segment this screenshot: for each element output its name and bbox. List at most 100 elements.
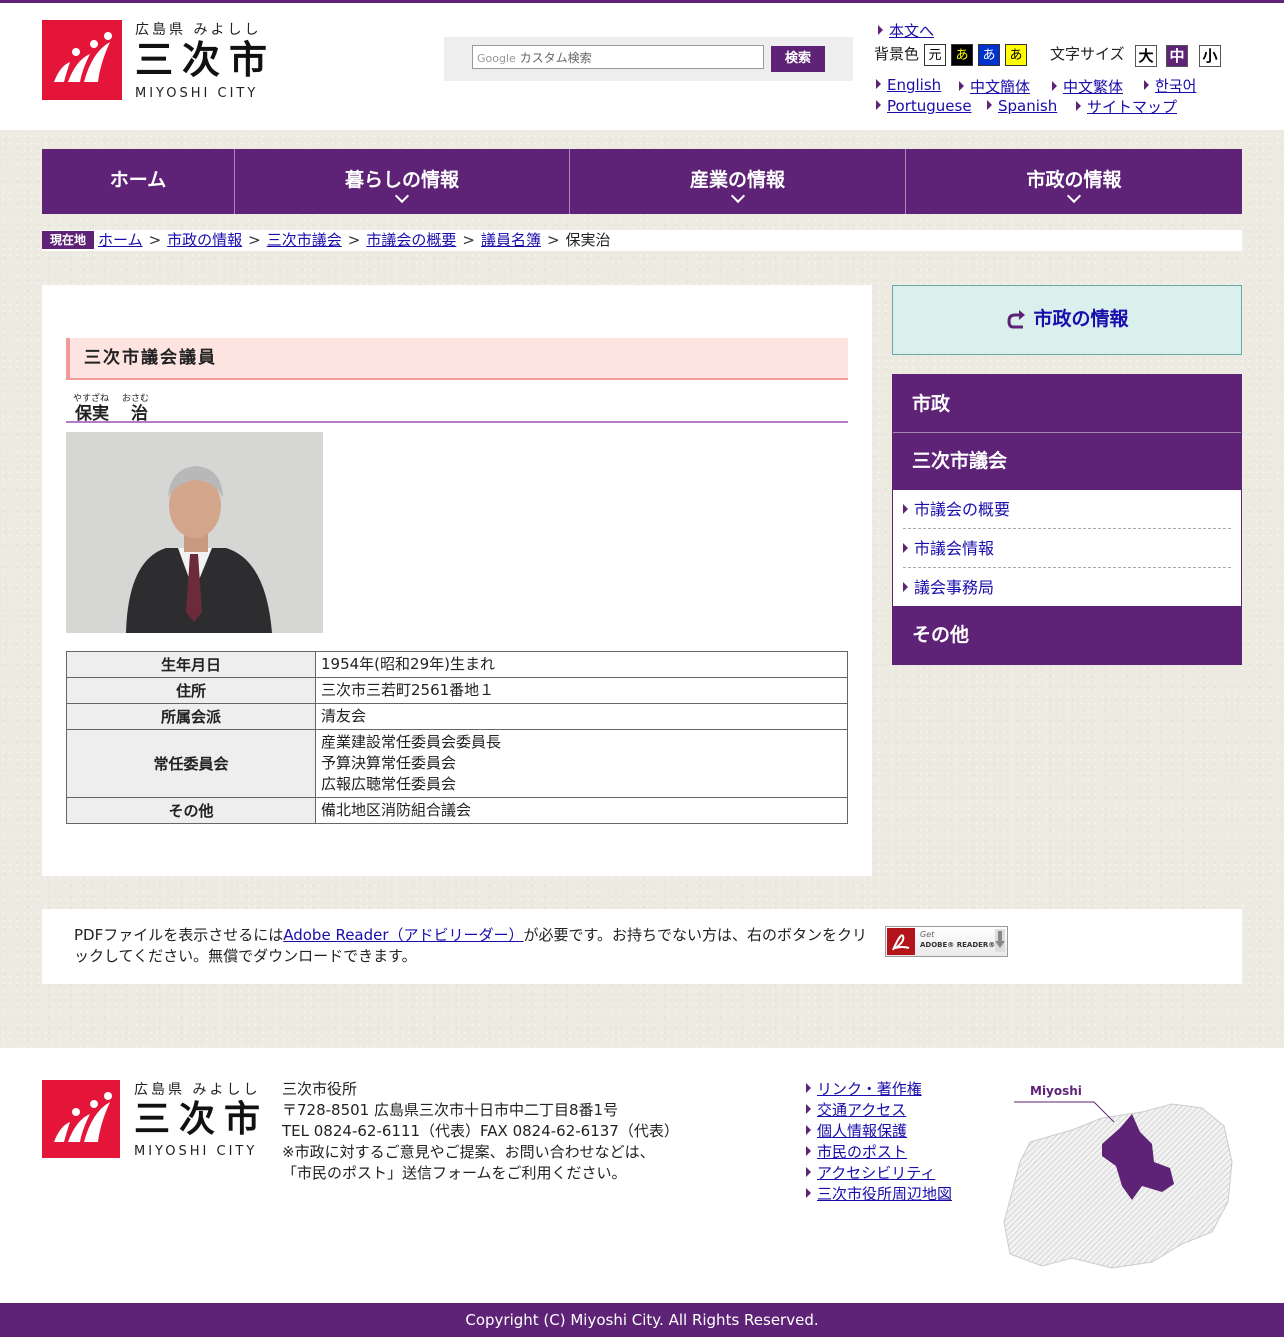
copyright-bar: Copyright (C) Miyoshi City. All Rights R… <box>0 1303 1284 1337</box>
footer-links: リンク・著作権 交通アクセス 個人情報保護 市民のポスト アクセシビリティ 三次… <box>806 1079 952 1205</box>
nav-city-admin[interactable]: 市政の情報 <box>906 149 1242 214</box>
logo-english: MIYOSHI CITY <box>135 86 259 101</box>
bgcolor-black-button[interactable]: あ <box>951 44 973 66</box>
table-row: 常任委員会 産業建設常任委員会委員長 予算決算常任委員会 広報広聴常任委員会 <box>66 729 848 798</box>
arrow-icon <box>876 100 881 110</box>
nav-label: 暮らしの情報 <box>344 169 459 191</box>
row-value: 三次市三若町2561番地１ <box>315 677 848 704</box>
breadcrumb-home[interactable]: ホーム <box>98 231 143 249</box>
footer-link-copyright[interactable]: リンク・著作権 <box>817 1080 922 1098</box>
logo-prefecture: 広島県 みよしし <box>135 22 262 38</box>
lang-portuguese-link[interactable]: Portuguese <box>887 97 972 115</box>
fontsize-large-button[interactable]: 大 <box>1135 45 1157 67</box>
breadcrumb-member-list[interactable]: 議員名簿 <box>481 231 541 249</box>
arrow-icon <box>903 582 908 592</box>
footer-link-map[interactable]: 三次市役所周辺地図 <box>817 1185 952 1203</box>
arrow-icon <box>1076 101 1081 111</box>
breadcrumb-current: 保実治 <box>565 231 611 249</box>
nav-home[interactable]: ホーム <box>42 149 235 214</box>
main-content: 三次市議会議員 やすざね おさむ 保実治 生年月日 1954年(昭和29年)生まれ… <box>42 285 872 876</box>
nav-living[interactable]: 暮らしの情報 <box>235 149 570 214</box>
adobe-reader-link[interactable]: Adobe Reader（アドビリーダー） <box>283 926 523 944</box>
return-arrow-icon <box>1005 290 1027 356</box>
arrow-icon <box>806 1188 811 1198</box>
fontsize-medium-button[interactable]: 中 <box>1166 45 1188 67</box>
skip-to-content-link[interactable]: 本文へ <box>889 22 934 40</box>
pdf-notice: PDFファイルを表示させるにはAdobe Reader（アドビリーダー）が必要で… <box>42 909 1242 984</box>
breadcrumb-label: 現在地 <box>42 231 95 249</box>
nav-industry[interactable]: 産業の情報 <box>570 149 906 214</box>
name-family: 保実 <box>75 404 109 424</box>
table-row: 生年月日 1954年(昭和29年)生まれ <box>66 651 848 678</box>
member-name-heading: やすざね おさむ 保実治 <box>66 387 848 424</box>
office-name: 三次市役所 <box>282 1080 358 1098</box>
arrow-icon <box>903 543 908 553</box>
row-label: 住所 <box>66 677 316 704</box>
footer-note: 「市民のポスト」送信フォームをご利用ください。 <box>282 1164 627 1182</box>
row-value: 1954年(昭和29年)生まれ <box>315 651 848 678</box>
arrow-icon <box>987 100 992 110</box>
breadcrumb: 現在地 ホーム > 市政の情報 > 三次市議会 > 市議会の概要 > 議員名簿 > 保実治 <box>42 230 1242 251</box>
google-brand: Google <box>477 52 516 65</box>
fontsize-small-button[interactable]: 小 <box>1199 45 1221 67</box>
adobe-badge-get: Get <box>920 930 935 939</box>
sidebar-subitem[interactable]: 市議会の概要 <box>903 491 1231 529</box>
logo-mark-icon <box>42 20 122 100</box>
name-given: 治 <box>131 404 148 424</box>
search-button[interactable]: 検索 <box>771 46 825 72</box>
arrow-icon <box>959 81 964 91</box>
arrow-icon <box>806 1125 811 1135</box>
bgcolor-yellow-button[interactable]: あ <box>1005 44 1027 66</box>
row-value: 産業建設常任委員会委員長 予算決算常任委員会 広報広聴常任委員会 <box>315 729 848 798</box>
lang-zh-traditional-link[interactable]: 中文繁体 <box>1063 78 1123 96</box>
sitemap-link[interactable]: サイトマップ <box>1087 98 1177 116</box>
search-input[interactable]: Google カスタム検索 <box>472 45 764 69</box>
sidebar-subitem-label: 議会事務局 <box>914 578 995 597</box>
chevron-down-icon <box>730 188 745 204</box>
lang-spanish-link[interactable]: Spanish <box>998 97 1057 115</box>
arrow-icon <box>806 1104 811 1114</box>
lang-english-link[interactable]: English <box>887 76 941 94</box>
lang-zh-simplified-link[interactable]: 中文簡体 <box>970 78 1030 96</box>
arrow-icon <box>876 79 881 89</box>
sidebar-item-city-admin[interactable]: 市政 <box>893 375 1241 433</box>
breadcrumb-city-admin[interactable]: 市政の情報 <box>167 231 242 249</box>
footer-note: ※市政に対するご意見やご提案、お問い合わせなどは、 <box>282 1143 655 1161</box>
breadcrumb-council-overview[interactable]: 市議会の概要 <box>366 231 456 249</box>
logo-city-name: 三次市 <box>134 1098 270 1140</box>
adobe-logo-icon <box>887 928 915 955</box>
sidebar-item-council[interactable]: 三次市議会 <box>893 433 1241 490</box>
lang-korean-link[interactable]: 한국어 <box>1155 77 1196 95</box>
sidebar-item-other[interactable]: その他 <box>893 606 1241 664</box>
chevron-down-icon <box>1066 188 1082 204</box>
download-arrow-icon <box>995 929 1005 952</box>
row-label: 生年月日 <box>66 651 316 678</box>
office-phone: TEL 0824-62-6111（代表）FAX 0824-62-6137（代表） <box>282 1122 679 1140</box>
arrow-icon <box>903 504 908 514</box>
sidebar-subitem[interactable]: 議会事務局 <box>903 569 1231 607</box>
footer-link-accessibility[interactable]: アクセシビリティ <box>817 1164 935 1182</box>
nav-label: 市政の情報 <box>1026 169 1122 191</box>
footer-address: 三次市役所 〒728-8501 広島県三次市十日市中二丁目8番1号 TEL 08… <box>282 1079 679 1184</box>
sidebar-category-link[interactable]: 市政の情報 <box>892 285 1242 355</box>
site-footer: 広島県 みよしし 三次市 MIYOSHI CITY 三次市役所 〒728-850… <box>0 1048 1284 1303</box>
sidebar-subitem-label: 市議会情報 <box>914 539 995 558</box>
fontsize-label: 文字サイズ <box>1050 45 1125 63</box>
committee-item: 広報広聴常任委員会 <box>321 775 457 793</box>
get-adobe-reader-button[interactable]: Get ADOBE® READER® <box>885 926 1008 957</box>
bgcolor-blue-button[interactable]: あ <box>978 44 1000 66</box>
table-row: 所属会派 清友会 <box>66 703 848 730</box>
breadcrumb-council[interactable]: 三次市議会 <box>267 231 342 249</box>
office-address: 〒728-8501 広島県三次市十日市中二丁目8番1号 <box>282 1101 619 1119</box>
footer-link-citizen-post[interactable]: 市民のポスト <box>817 1143 907 1161</box>
sidebar-subitem-label: 市議会の概要 <box>914 500 1011 519</box>
footer-link-access[interactable]: 交通アクセス <box>817 1101 906 1119</box>
logo-mark-icon <box>42 1080 120 1158</box>
bgcolor-default-button[interactable]: 元 <box>924 44 946 66</box>
bgcolor-label: 背景色 <box>874 45 920 63</box>
arrow-icon <box>878 25 883 35</box>
sidebar-subitem[interactable]: 市議会情報 <box>903 530 1231 568</box>
footer-link-privacy[interactable]: 個人情報保護 <box>817 1122 907 1140</box>
logo-city-name: 三次市 <box>135 37 277 82</box>
row-label: その他 <box>66 797 316 824</box>
